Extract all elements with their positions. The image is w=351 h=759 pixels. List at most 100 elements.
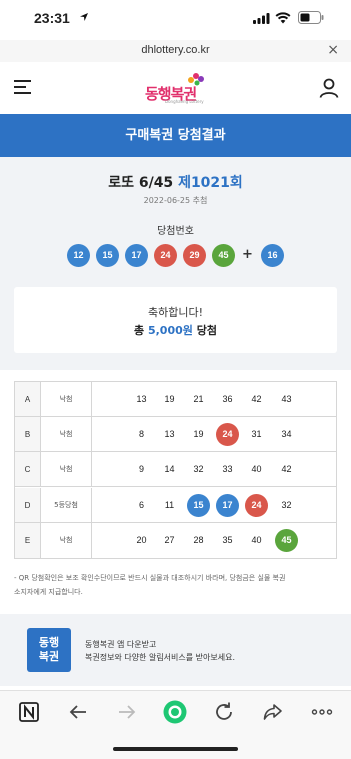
reload-icon[interactable] (212, 700, 236, 724)
app-logo-line: 동행 (38, 636, 60, 649)
status-time: 23:31 (34, 10, 70, 26)
app-promo-banner[interactable]: 동행 복권 동행복권 앱 다운받고 복권정보와 다양한 알림서비스를 받아보세요… (0, 614, 351, 686)
ticket-number: 32 (193, 464, 204, 475)
promo-line: 동행복권 앱 다운받고 (85, 640, 157, 649)
ticket-number: 11 (164, 499, 175, 510)
game-result: 5등당첨 (41, 487, 92, 522)
ticket-number: 42 (281, 464, 292, 475)
game-result: 낙첨 (41, 417, 92, 452)
ticket-number: 33 (222, 464, 233, 475)
ticket-number: 13 (136, 394, 147, 404)
congrats-text: 축하합니다! (147, 306, 203, 319)
ticket-number: 14 (164, 464, 175, 475)
winning-ball: 24 (154, 244, 177, 267)
game-letter: E (15, 522, 41, 558)
close-icon[interactable]: × (327, 42, 339, 58)
table-row: B 낙첨 8 13 19 24 31 34 (15, 417, 336, 453)
ticket-number: 28 (193, 534, 204, 545)
page-title-bar: 구매복권 당첨결과 (0, 114, 351, 157)
app-logo-line: 복권 (38, 650, 60, 663)
game-letter: A (15, 382, 41, 416)
table-row: A 낙첨 13 19 21 36 42 43 (15, 382, 336, 417)
draw-title: 로또 6/45 제1021회 (0, 172, 351, 192)
page-title: 구매복권 당첨결과 (125, 128, 226, 143)
share-icon[interactable] (261, 700, 285, 724)
ticket-number: 20 (136, 534, 147, 545)
more-icon[interactable] (310, 700, 334, 724)
logo-subtext: Donghaeng Lottery (165, 99, 204, 104)
home-indicator[interactable] (113, 747, 238, 751)
back-icon[interactable] (66, 700, 90, 724)
ticket-number: 34 (281, 429, 292, 440)
table-row: E 낙첨 20 27 28 35 40 45 (15, 522, 336, 558)
promo-line: 복권정보와 다양한 알림서비스를 받아보세요. (85, 653, 236, 662)
winning-ball: 45 (212, 244, 235, 267)
matched-number: 24 (245, 493, 268, 517)
user-icon[interactable] (319, 78, 339, 98)
site-header: 동행복권 Donghaeng Lottery (0, 62, 351, 114)
url-text[interactable]: dhlottery.co.kr (0, 44, 351, 56)
table-row: C 낙첨 9 14 32 33 40 42 (15, 452, 336, 488)
matched-number: 17 (216, 493, 239, 517)
winning-ball: 17 (125, 244, 148, 267)
notice-line: 소지자에게 지급합니다. (14, 588, 83, 596)
naver-icon[interactable] (17, 700, 41, 724)
green-dot-icon[interactable] (163, 700, 187, 724)
ticket-number: 35 (222, 534, 233, 545)
location-arrow-icon (80, 13, 88, 21)
site-logo[interactable]: 동행복권 Donghaeng Lottery (145, 72, 207, 106)
ticket-number: 43 (281, 394, 292, 404)
ticket-number: 13 (164, 429, 175, 440)
notice-line: - QR 당첨확인은 보조 확인수단이므로 반드시 실물과 대조하시기 바라며,… (14, 574, 286, 582)
ticket-number: 19 (193, 429, 204, 440)
bonus-ball: 16 (261, 244, 284, 267)
draw-round: 제1021회 (178, 175, 243, 191)
prize-amount: 5,000원 (147, 324, 193, 337)
game-result: 낙첨 (41, 452, 92, 487)
ticket-number: 19 (164, 394, 175, 404)
winning-numbers-label: 당첨번호 (157, 226, 194, 237)
ticket-number: 36 (222, 394, 233, 404)
ticket-number: 40 (251, 534, 262, 545)
ticket-number: 40 (251, 464, 262, 475)
promo-text: 동행복권 앱 다운받고 복권정보와 다양한 알림서비스를 받아보세요. (85, 638, 235, 664)
ticket-number: 6 (138, 499, 144, 510)
game-letter: C (15, 452, 41, 487)
prize-text: 총 5,000원 당첨 (14, 322, 337, 338)
game-result: 낙첨 (41, 522, 92, 558)
game-name: 로또 6/45 (108, 175, 174, 191)
notice-text: - QR 당첨확인은 보조 확인수단이므로 반드시 실물과 대조하시기 바라며,… (14, 571, 342, 599)
wifi-icon (275, 12, 291, 24)
game-result: 낙첨 (41, 382, 92, 416)
ticket-number: 9 (138, 464, 144, 475)
browser-bottom-bar (0, 690, 351, 759)
matched-number: 15 (187, 493, 210, 517)
game-letter: D (15, 487, 41, 522)
battery-icon (298, 11, 324, 24)
ticket-table: A 낙첨 13 19 21 36 42 43 B 낙첨 8 13 19 24 31 34 C 낙첨 9 14 32 33 4… (14, 381, 337, 559)
app-logo: 동행 복권 (27, 628, 71, 672)
draw-date: 2022-06-25 추첨 (143, 196, 208, 205)
result-card: 축하합니다! 총 5,000원 당첨 (14, 287, 337, 353)
prize-suffix: 당첨 (192, 324, 217, 337)
forward-icon[interactable] (115, 700, 139, 724)
status-bar: 23:31 (0, 0, 351, 40)
menu-icon[interactable] (14, 80, 31, 94)
bonus-plus-sign: + (242, 247, 253, 262)
winning-ball: 12 (67, 244, 90, 267)
game-letter: B (15, 417, 41, 452)
ticket-number: 27 (164, 534, 175, 545)
matched-number: 24 (216, 423, 239, 447)
table-row: D 5등당첨 6 11 15 17 24 32 (15, 487, 336, 523)
winning-ball: 29 (183, 244, 206, 267)
winning-ball: 15 (96, 244, 119, 267)
browser-url-bar: dhlottery.co.kr × (0, 40, 351, 62)
ticket-number: 32 (281, 499, 292, 510)
matched-number: 45 (275, 528, 298, 552)
cellular-signal-icon (253, 13, 270, 24)
ticket-number: 21 (193, 394, 204, 404)
ticket-number: 42 (251, 394, 262, 404)
prize-prefix: 총 (134, 324, 148, 337)
ticket-number: 8 (138, 429, 144, 440)
ticket-number: 31 (251, 429, 262, 440)
